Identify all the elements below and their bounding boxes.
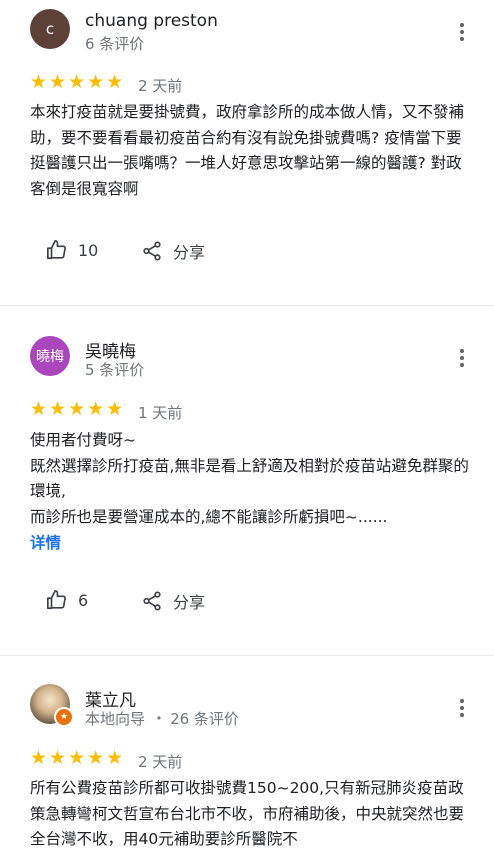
read-more-link[interactable]: 详情 <box>30 531 61 553</box>
local-guide-badge-icon: ★ <box>54 707 74 727</box>
review-text: 所有公費疫苗診所都可收掛號費150~200,只有新冠肺炎疫苗政策急轉彎柯文哲宣布… <box>30 779 465 848</box>
review-count: 26 条评价 <box>170 710 239 728</box>
review-date: 1 天前 <box>138 404 183 422</box>
more-options-icon[interactable] <box>452 696 472 720</box>
like-button[interactable]: 6 <box>46 589 88 611</box>
review-card: c chuang preston 6 条评价 ★★★★★ 2 天前 本來打疫苗就… <box>0 0 494 306</box>
star-rating: ★★★★★ <box>30 71 126 93</box>
review-card: 曉梅 吳曉梅 5 条评价 ★★★★★ 1 天前 使用者付費呀~ 既然選擇診所打疫… <box>0 306 494 656</box>
review-text: 使用者付費呀~ 既然選擇診所打疫苗,無非是看上舒適及相對於疫苗站避免群聚的環境,… <box>30 431 469 526</box>
avatar[interactable]: c <box>30 9 70 49</box>
review-date: 2 天前 <box>138 753 183 771</box>
like-button[interactable]: 10 <box>46 239 98 261</box>
share-icon <box>143 241 161 261</box>
share-label: 分享 <box>173 243 206 262</box>
more-options-icon[interactable] <box>452 346 472 370</box>
like-count: 10 <box>78 240 99 260</box>
more-options-icon[interactable] <box>452 20 472 44</box>
reviewer-meta: 本地向导 • 26 条评价 <box>85 708 239 729</box>
share-label: 分享 <box>173 593 206 612</box>
avatar[interactable]: 曉梅 <box>30 336 70 376</box>
avatar-letter: 曉梅 <box>36 349 64 365</box>
thumbs-up-icon <box>47 240 66 260</box>
star-rating: ★★★★★ <box>30 398 126 420</box>
avatar[interactable]: ★ <box>30 684 74 727</box>
like-count: 6 <box>78 590 89 610</box>
separator-dot: • <box>155 712 163 725</box>
reviewer-name[interactable]: chuang preston <box>85 11 218 31</box>
review-card: ★ 葉立凡 本地向导 • 26 条评价 ★★★★★ 2 天前 所有公費疫苗診所都… <box>0 656 494 851</box>
review-text: 本來打疫苗就是要掛號費，政府拿診所的成本做人情，又不發補助，要不要看看最初疫苗合… <box>30 103 465 198</box>
star-rating: ★★★★★ <box>30 747 126 769</box>
local-guide-label: 本地向导 <box>85 710 146 728</box>
review-count: 5 条评价 <box>85 361 145 379</box>
avatar-letter: c <box>45 20 55 38</box>
share-icon <box>143 591 161 611</box>
thumbs-up-icon <box>47 590 66 610</box>
review-date: 2 天前 <box>138 77 183 95</box>
share-button[interactable]: 分享 <box>141 239 205 263</box>
review-count: 6 条评价 <box>85 35 145 53</box>
share-button[interactable]: 分享 <box>141 589 205 613</box>
